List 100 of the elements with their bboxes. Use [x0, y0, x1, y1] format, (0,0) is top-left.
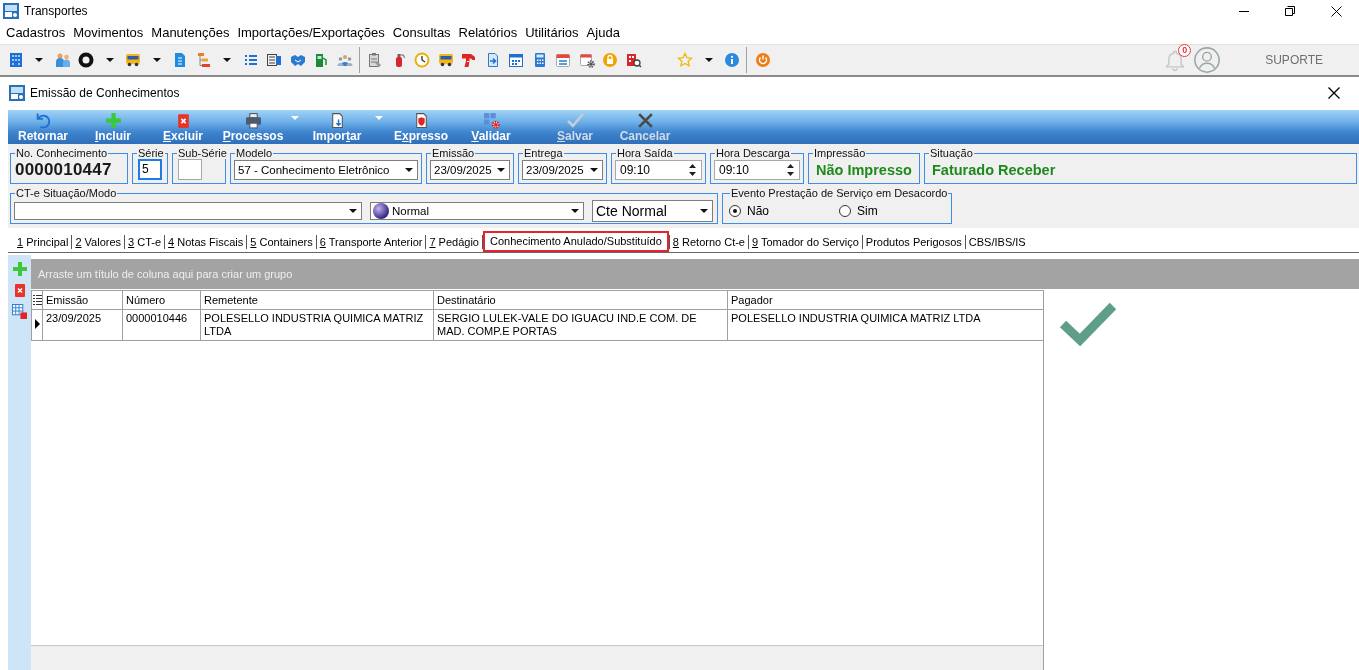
menu-item[interactable]: Utilitários	[521, 23, 583, 43]
column-header[interactable]: Emissão	[42, 290, 123, 310]
emblem-icon[interactable]	[289, 52, 306, 68]
tab[interactable]: 3 CT-e	[125, 233, 165, 250]
menu-item[interactable]: Cadastros	[2, 23, 70, 43]
delete-icon[interactable]	[14, 284, 25, 297]
column-header[interactable]: Remetente	[200, 290, 434, 310]
people-icon[interactable]	[54, 52, 71, 68]
field-label: Hora Saída	[616, 147, 674, 159]
text-field[interactable]	[178, 159, 202, 180]
dropdown[interactable]	[14, 202, 362, 220]
text-field[interactable]: 5	[138, 159, 162, 180]
building-search-icon[interactable]	[625, 52, 642, 68]
dropdown[interactable]: 57 - Conhecimento Eletrônico	[234, 160, 418, 180]
star-icon[interactable]	[677, 52, 694, 68]
tab[interactable]: 9 Tomador do Serviço	[749, 233, 862, 250]
close-icon[interactable]	[1330, 5, 1342, 17]
clipboard-icon[interactable]	[367, 52, 384, 68]
radio-button[interactable]	[729, 205, 741, 217]
caret-icon[interactable]	[405, 168, 413, 172]
menu-item[interactable]: Importações/Exportações	[233, 23, 389, 43]
express-button[interactable]: Expresso	[386, 110, 456, 144]
menu-item[interactable]: Consultas	[388, 23, 455, 43]
field-label: Situação	[929, 147, 974, 159]
caret-icon[interactable]	[700, 209, 708, 213]
field-label: Sub-Série	[177, 147, 228, 159]
tire-icon[interactable]	[78, 52, 95, 68]
building-icon[interactable]	[7, 52, 24, 68]
up-arrow-icon[interactable]	[689, 164, 696, 168]
calendar-page-icon[interactable]	[555, 52, 572, 68]
column-header[interactable]: Destinatário	[433, 290, 728, 310]
field-label: Série	[137, 147, 165, 159]
caret-icon[interactable]	[105, 58, 114, 62]
caret-icon[interactable]	[35, 58, 44, 62]
power-icon[interactable]	[754, 52, 771, 68]
printer-icon[interactable]	[244, 112, 262, 129]
hierarchy-icon[interactable]	[195, 52, 212, 68]
tab[interactable]: 8 Retorno Ct-e	[669, 233, 748, 250]
validate-button[interactable]: Validar	[456, 110, 526, 144]
radio-option[interactable]: Não	[729, 204, 769, 218]
restore-icon[interactable]	[1285, 6, 1295, 16]
user-name[interactable]: SUPORTE	[1265, 53, 1323, 67]
delete-button[interactable]: Excluir	[148, 110, 218, 144]
up-arrow-icon[interactable]	[787, 164, 794, 168]
column-chooser-icon[interactable]	[33, 294, 42, 305]
info-icon[interactable]	[724, 52, 741, 68]
caret-icon[interactable]	[704, 58, 713, 62]
grid-gear-icon[interactable]	[482, 112, 500, 129]
clock-icon[interactable]	[414, 52, 431, 68]
down-arrow-icon[interactable]	[689, 172, 696, 176]
minimize-icon[interactable]	[1239, 10, 1249, 12]
radio-button[interactable]	[839, 205, 851, 217]
tab[interactable]: CBS/IBS/IS	[965, 233, 1029, 250]
calendar-icon[interactable]	[508, 52, 525, 68]
field-label: Modelo	[235, 147, 274, 159]
bell-icon[interactable]	[1164, 49, 1187, 71]
document-list-icon[interactable]	[266, 52, 283, 68]
import-button[interactable]: Importar	[302, 110, 372, 144]
hammer-icon[interactable]	[461, 52, 478, 68]
time-field[interactable]: 09:10	[714, 160, 800, 180]
tab[interactable]: 4 Notas Fiscais	[165, 233, 247, 250]
bus-icon[interactable]	[125, 52, 142, 68]
list-icon[interactable]	[242, 52, 259, 68]
column-header[interactable]: Pagador	[727, 290, 1044, 310]
tab[interactable]: 5 Containers	[247, 233, 316, 250]
caret-icon[interactable]	[349, 209, 357, 213]
caret-icon[interactable]	[571, 209, 579, 213]
tab[interactable]: 7 Pedágio	[426, 233, 482, 250]
tab[interactable]: 2 Valores	[72, 233, 125, 250]
caret-icon[interactable]	[152, 58, 161, 62]
tab[interactable]: 6 Transporte Anterior	[316, 233, 426, 250]
caret-icon[interactable]	[223, 58, 232, 62]
calendar-gear-icon[interactable]	[578, 52, 595, 68]
menu-item[interactable]: Ajuda	[582, 23, 624, 43]
dropdown[interactable]: 23/09/2025	[522, 160, 603, 180]
caret-icon[interactable]	[590, 168, 598, 172]
grid-export-icon[interactable]	[12, 304, 27, 319]
menu-item[interactable]: Manutenções	[147, 23, 234, 43]
tab[interactable]: 1 Principal	[14, 233, 72, 250]
column-header[interactable]: Número	[122, 290, 201, 310]
print-button[interactable]: Processos	[218, 110, 288, 144]
caret-icon[interactable]	[497, 168, 505, 172]
tab[interactable]: Produtos Perigosos	[862, 233, 965, 250]
add-button[interactable]: Incluir	[78, 110, 148, 144]
dropdown[interactable]: Normal	[370, 202, 584, 220]
table-cell: POLESELLO INDUSTRIA QUIMICA MATRIZ LTDA	[727, 309, 1044, 341]
down-arrow-icon[interactable]	[787, 172, 794, 176]
menu-item[interactable]: Movimentos	[69, 23, 148, 43]
radio-option[interactable]: Sim	[839, 204, 878, 218]
menu-item[interactable]: Relatórios	[454, 23, 522, 43]
undo-icon[interactable]	[34, 112, 52, 129]
dropdown[interactable]: Cte Normal	[592, 200, 713, 222]
dropdown[interactable]: 23/09/2025	[430, 160, 510, 180]
bus-icon[interactable]	[437, 52, 454, 68]
group-hint: Arraste um título de coluna aqui para criar um grupo	[38, 268, 293, 280]
time-field[interactable]: 09:10	[615, 160, 702, 180]
people-group-icon[interactable]	[336, 52, 353, 68]
back-button[interactable]: Retornar	[8, 110, 78, 144]
tab[interactable]: Conhecimento Anulado/Substituído	[483, 231, 669, 252]
fuel-pump-icon[interactable]	[313, 52, 330, 68]
